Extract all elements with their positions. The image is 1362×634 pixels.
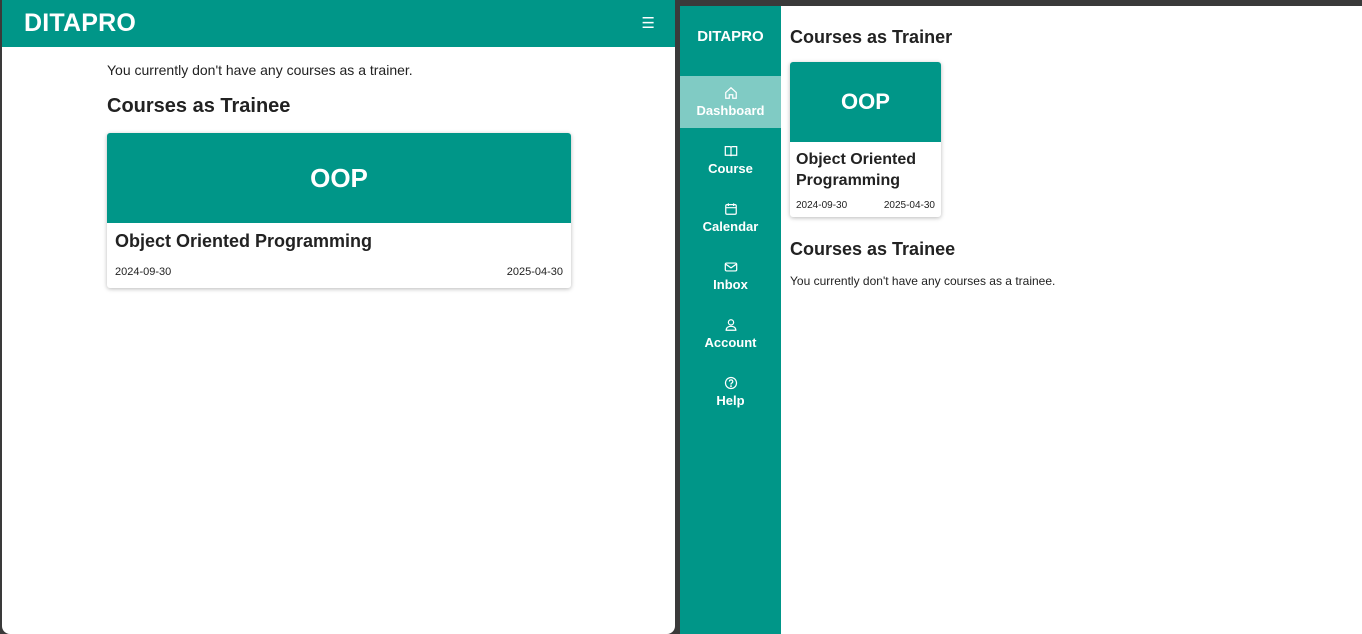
home-icon xyxy=(724,86,737,99)
course-end-date: 2025-04-30 xyxy=(883,199,935,211)
brand-logo[interactable]: DITAPRO xyxy=(24,9,136,38)
course-name: Object Oriented Programming xyxy=(796,151,917,189)
sidebar-brand[interactable]: DITAPRO xyxy=(680,6,781,76)
sidebar-item-label: Inbox xyxy=(713,277,748,292)
course-dates: 2024-09-30 2025-04-30 xyxy=(796,192,935,217)
calendar-icon xyxy=(724,203,737,215)
mobile-header: DITAPRO ☰ xyxy=(2,0,675,47)
sidebar-item-account[interactable]: Account xyxy=(680,308,781,360)
sidebar-item-label: Dashboard xyxy=(696,103,765,118)
sidebar-item-inbox[interactable]: Inbox xyxy=(680,250,781,302)
desktop-window: DITAPRO Dashboard Course Calendar Inbox … xyxy=(680,6,1362,634)
trainee-section-title: Courses as Trainee xyxy=(790,238,956,259)
course-card[interactable]: OOP Object Oriented Programming 2024-09-… xyxy=(790,62,941,217)
course-end-date: 2025-04-30 xyxy=(506,266,563,278)
desktop-main: Courses as Trainer OOP Object Oriented P… xyxy=(790,6,1362,288)
mobile-window: DITAPRO ☰ You currently don't have any c… xyxy=(2,0,675,634)
sidebar-item-label: Account xyxy=(704,335,757,350)
book-icon xyxy=(724,146,737,157)
course-dates: 2024-09-30 2025-04-30 xyxy=(115,252,563,288)
trainee-empty-text: You currently don't have any courses as … xyxy=(790,273,1056,288)
course-card-body: Object Oriented Programming 2024-09-30 2… xyxy=(107,223,571,288)
course-name: Object Oriented Programming xyxy=(115,231,373,251)
course-start-date: 2024-09-30 xyxy=(115,266,172,278)
course-card[interactable]: OOP Object Oriented Programming 2024-09-… xyxy=(107,133,571,288)
course-card-body: Object Oriented Programming 2024-09-30 2… xyxy=(790,142,941,217)
trainer-empty-text: You currently don't have any courses as … xyxy=(107,62,413,78)
course-start-date: 2024-09-30 xyxy=(796,199,848,211)
help-icon xyxy=(724,376,737,390)
sidebar-item-help[interactable]: Help xyxy=(680,366,781,418)
hamburger-icon[interactable]: ☰ xyxy=(642,16,655,31)
user-icon xyxy=(725,319,736,331)
sidebar-item-label: Help xyxy=(716,393,745,408)
trainer-section-title: Courses as Trainer xyxy=(790,27,953,47)
mail-icon xyxy=(724,262,737,272)
sidebar-item-course[interactable]: Course xyxy=(680,134,781,186)
sidebar-item-label: Calendar xyxy=(702,219,759,234)
course-card-banner: OOP xyxy=(790,62,941,142)
course-card-banner: OOP xyxy=(107,133,571,223)
sidebar: DITAPRO Dashboard Course Calendar Inbox … xyxy=(680,6,781,634)
sidebar-item-calendar[interactable]: Calendar xyxy=(680,192,781,244)
trainee-section-title: Courses as Trainee xyxy=(107,95,291,117)
mobile-main: You currently don't have any courses as … xyxy=(2,47,675,288)
sidebar-item-label: Course xyxy=(708,161,753,176)
sidebar-item-dashboard[interactable]: Dashboard xyxy=(680,76,781,128)
